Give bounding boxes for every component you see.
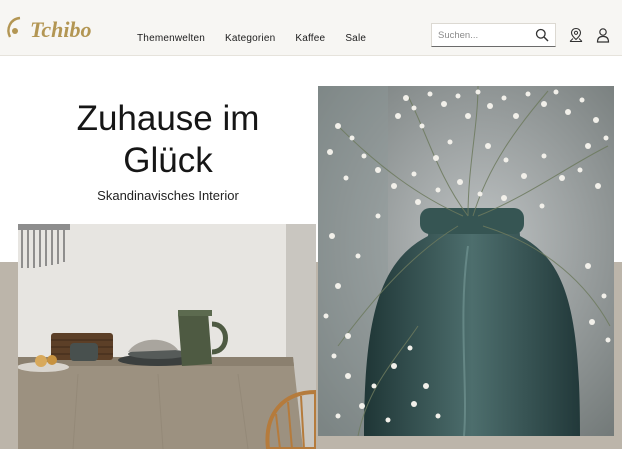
nav-item-themenwelten[interactable]: Themenwelten [137, 33, 205, 44]
main-nav: Themenwelten Kategorien Kaffee Sale [137, 33, 366, 44]
site-header: Tchibo Themenwelten Kategorien Kaffee Sa… [0, 0, 622, 56]
nav-item-kategorien[interactable]: Kategorien [225, 33, 275, 44]
store-locator-icon[interactable] [568, 27, 584, 43]
search-input[interactable] [432, 24, 532, 46]
tchibo-logo[interactable]: Tchibo [4, 11, 108, 45]
nav-item-sale[interactable]: Sale [345, 33, 366, 44]
svg-text:Tchibo: Tchibo [30, 17, 92, 42]
nav-item-kaffee[interactable]: Kaffee [295, 33, 325, 44]
hero-title[interactable]: Zuhause im Glück [18, 98, 318, 182]
search-box [431, 23, 556, 47]
hero-image-table-setting[interactable] [18, 224, 316, 449]
hero-image-vase-flowers[interactable] [318, 86, 614, 436]
search-icon[interactable] [535, 28, 549, 42]
hero-subtitle[interactable]: Skandinavisches Interior [18, 188, 318, 203]
account-icon[interactable] [595, 27, 611, 43]
